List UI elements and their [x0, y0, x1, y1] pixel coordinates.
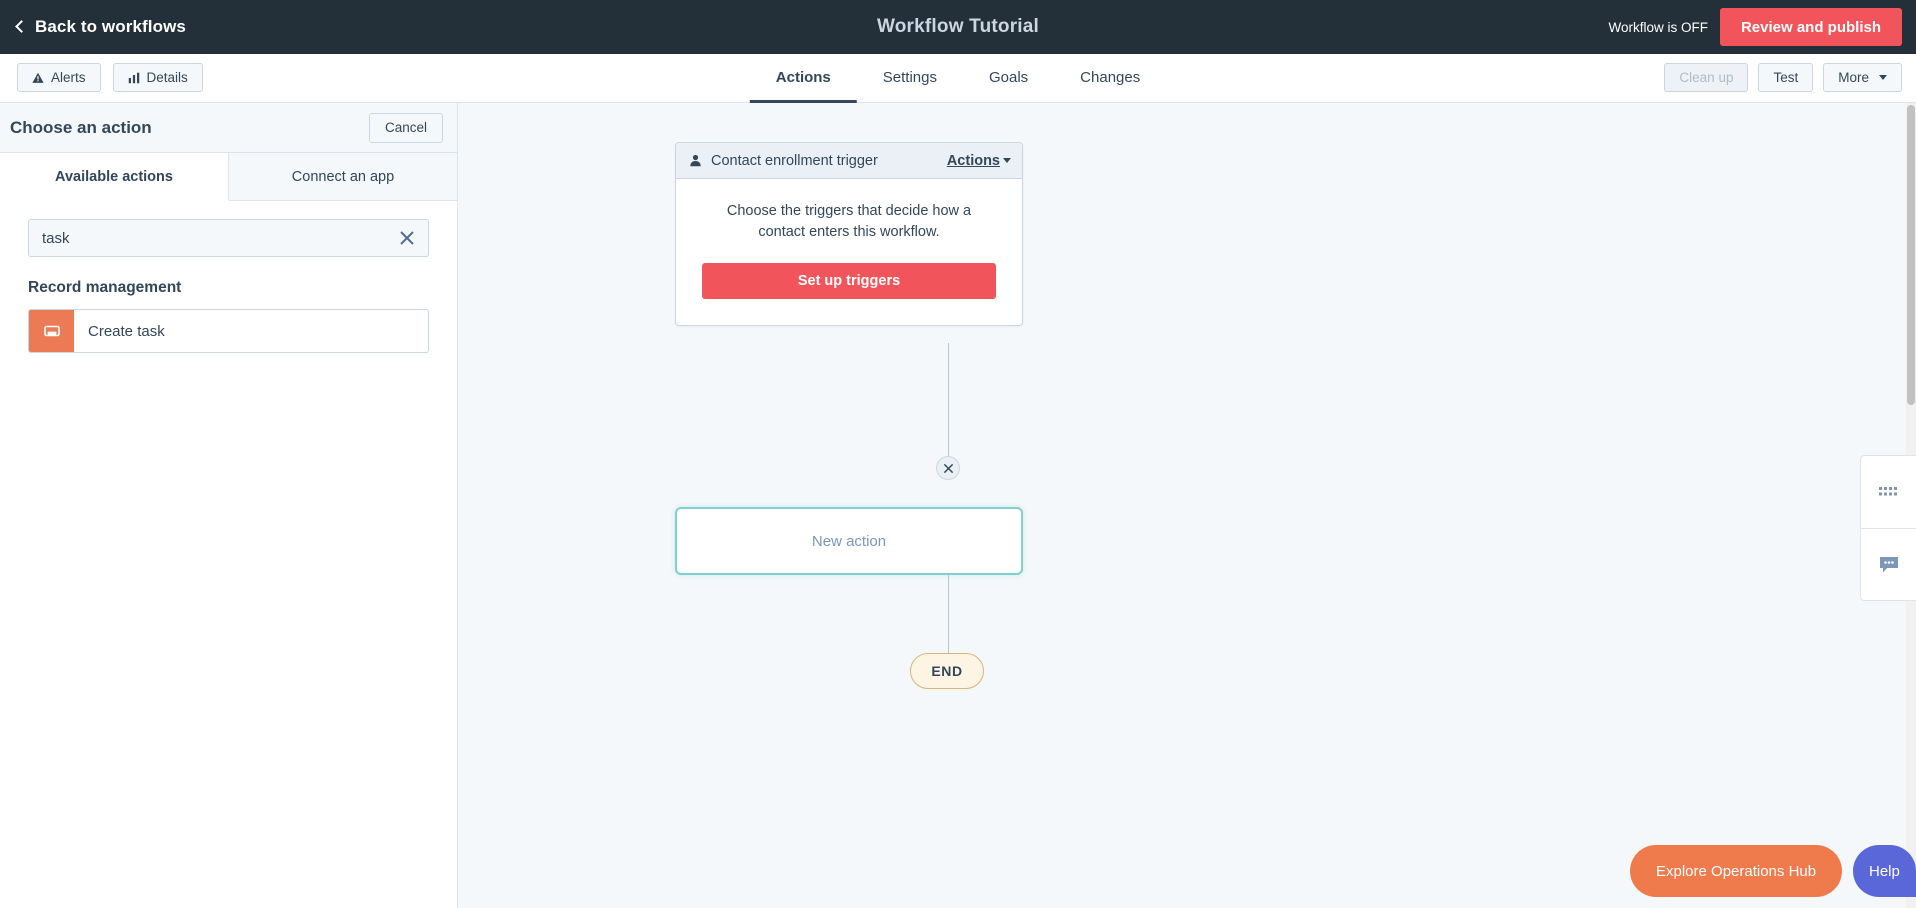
workflow-status-text: Workflow is OFF [1608, 19, 1708, 35]
set-up-triggers-button[interactable]: Set up triggers [702, 263, 996, 300]
more-button-label: More [1838, 70, 1869, 85]
close-icon[interactable] [397, 228, 417, 248]
chevron-down-icon [1003, 158, 1011, 163]
trigger-actions-dropdown[interactable]: Actions [947, 153, 1011, 169]
cancel-button[interactable]: Cancel [368, 112, 443, 143]
workflow-canvas: Contact enrollment trigger Actions Choos… [458, 103, 1916, 908]
test-button[interactable]: Test [1758, 63, 1814, 92]
chevron-down-icon [1879, 75, 1887, 80]
panel-tabs: Available actions Connect an app [0, 153, 457, 201]
right-dock-panel [1860, 455, 1916, 601]
help-button[interactable]: Help [1853, 845, 1916, 897]
details-button-label: Details [146, 70, 188, 85]
panel-title: Choose an action [10, 117, 152, 137]
dock-button-comments[interactable] [1861, 528, 1916, 600]
panel-header: Choose an action Cancel [0, 103, 457, 153]
tab-actions[interactable]: Actions [749, 54, 857, 103]
review-and-publish-button[interactable]: Review and publish [1719, 8, 1902, 46]
action-item-create-task[interactable]: Create task [28, 309, 429, 353]
new-action-placeholder[interactable]: New action [675, 507, 1023, 575]
grid-dots-icon [1878, 487, 1897, 496]
connector-line-trigger-to-action [948, 343, 949, 468]
action-item-label: Create task [88, 322, 165, 340]
trigger-header-left: Contact enrollment trigger [689, 153, 878, 169]
top-navigation-bar: Back to workflows Workflow Tutorial Work… [0, 0, 1916, 54]
trigger-actions-label: Actions [946, 152, 1000, 169]
topbar-right-group: Workflow is OFF Review and publish [1608, 0, 1916, 54]
chevron-left-icon [15, 20, 28, 33]
choose-action-panel: Choose an action Cancel Available action… [0, 103, 458, 908]
connector-close-node[interactable] [936, 456, 960, 480]
trigger-header-label: Contact enrollment trigger [711, 152, 878, 169]
trigger-description: Choose the triggers that decide how a co… [726, 203, 972, 241]
contact-person-icon [690, 154, 701, 167]
more-button[interactable]: More [1823, 63, 1902, 92]
close-icon [943, 463, 953, 473]
tab-settings[interactable]: Settings [857, 54, 963, 103]
search-input[interactable] [28, 219, 429, 257]
alert-triangle-icon [32, 72, 44, 83]
connector-line-action-to-end [948, 573, 949, 655]
search-container [28, 219, 429, 257]
group-title-record-management: Record management [28, 279, 182, 296]
tab-changes[interactable]: Changes [1054, 54, 1166, 103]
tab-connect-an-app[interactable]: Connect an app [229, 153, 457, 201]
bar-chart-icon [128, 72, 139, 83]
end-node: END [910, 653, 984, 689]
clean-up-button[interactable]: Clean up [1664, 63, 1749, 92]
workflow-tab-bar: Alerts Details Actions Settings Goals Ch… [0, 54, 1916, 103]
alerts-button[interactable]: Alerts [17, 63, 101, 92]
workflow-tabs: Actions Settings Goals Changes [749, 54, 1166, 103]
explore-operations-hub-button[interactable]: Explore Operations Hub [1630, 845, 1843, 897]
task-card-icon [29, 310, 74, 352]
trigger-card-header: Contact enrollment trigger Actions [676, 143, 1022, 179]
trigger-card-body: Choose the triggers that decide how a co… [676, 179, 1022, 325]
tabbar-left-group: Alerts Details [17, 63, 203, 92]
dock-button-grid[interactable] [1861, 456, 1916, 528]
alerts-button-label: Alerts [51, 70, 86, 85]
details-button[interactable]: Details [112, 63, 203, 92]
comment-bubble-icon [1879, 556, 1898, 572]
tabbar-right-group: Clean up Test More [1664, 63, 1902, 92]
contact-enrollment-trigger-card: Contact enrollment trigger Actions Choos… [675, 142, 1023, 327]
back-to-workflows-link[interactable]: Back to workflows [15, 17, 186, 37]
back-to-workflows-label: Back to workflows [35, 17, 186, 36]
tab-available-actions[interactable]: Available actions [0, 153, 229, 201]
tab-goals[interactable]: Goals [963, 54, 1054, 103]
page-scrollbar-thumb[interactable] [1907, 105, 1915, 405]
